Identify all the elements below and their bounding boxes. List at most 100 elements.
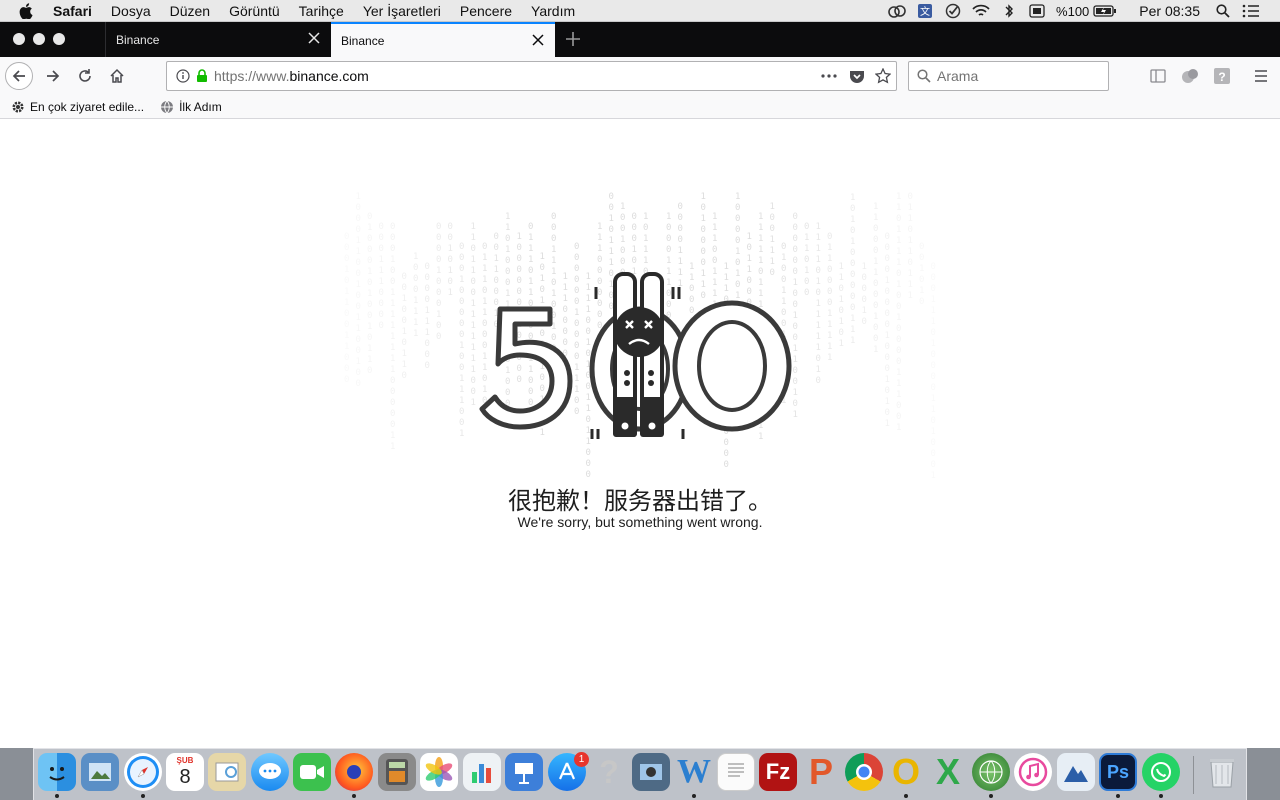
- tab-binance-2[interactable]: Binance: [331, 22, 555, 57]
- search-bar[interactable]: [908, 61, 1109, 91]
- photo-viewer-icon[interactable]: [208, 753, 246, 791]
- back-button[interactable]: [5, 62, 33, 90]
- svg-text:0: 0: [459, 242, 464, 252]
- svg-text:1: 1: [816, 332, 821, 342]
- svg-text:0: 0: [390, 277, 395, 287]
- preview-icon[interactable]: [81, 753, 119, 791]
- notification-center-icon[interactable]: [1242, 2, 1260, 20]
- creative-cloud-icon[interactable]: [888, 2, 906, 20]
- svg-text:0: 0: [448, 277, 453, 287]
- menu-goruntu[interactable]: Görüntü: [229, 3, 280, 19]
- sidebar-toggle-icon[interactable]: [1144, 62, 1172, 90]
- home-button[interactable]: [103, 62, 131, 90]
- checkmark-icon[interactable]: [944, 2, 962, 20]
- info-icon[interactable]: [176, 69, 190, 83]
- svg-text:1: 1: [931, 471, 936, 479]
- menu-app-name[interactable]: Safari: [53, 3, 92, 19]
- window-close-button[interactable]: [13, 33, 25, 45]
- svg-text:1: 1: [885, 331, 890, 341]
- bookmark-most-visited[interactable]: En çok ziyaret edile...: [11, 100, 144, 114]
- calendar-icon[interactable]: ŞUB 8: [166, 753, 204, 791]
- error-500-illustration: [479, 272, 792, 439]
- menu-tarihce[interactable]: Tarihçe: [299, 3, 344, 19]
- hamburger-menu-icon[interactable]: [1247, 62, 1275, 90]
- firefox-icon[interactable]: [335, 753, 373, 791]
- spotlight-search-icon[interactable]: [1214, 2, 1232, 20]
- svg-text:0: 0: [448, 255, 453, 265]
- itunes-icon[interactable]: [1014, 753, 1052, 791]
- finder-icon[interactable]: [38, 753, 76, 791]
- help-question-icon[interactable]: ?: [590, 753, 628, 791]
- svg-text:1: 1: [425, 306, 430, 316]
- bluetooth-icon[interactable]: [1000, 2, 1018, 20]
- svg-text:0: 0: [436, 299, 441, 309]
- svg-text:0: 0: [816, 266, 821, 276]
- textedit-icon[interactable]: [717, 753, 755, 791]
- window-minimize-button[interactable]: [33, 33, 45, 45]
- help-extension-icon[interactable]: ?: [1208, 62, 1236, 90]
- keyboard-input-icon[interactable]: [1028, 2, 1046, 20]
- search-input[interactable]: [937, 68, 1087, 84]
- padlock-icon[interactable]: [196, 69, 208, 83]
- whatsapp-icon[interactable]: [1142, 753, 1180, 791]
- translate-icon[interactable]: 文: [916, 2, 934, 20]
- apple-logo-icon[interactable]: [19, 0, 39, 22]
- new-tab-icon[interactable]: [564, 30, 582, 48]
- reload-button[interactable]: [71, 62, 99, 90]
- chrome-icon[interactable]: [845, 753, 883, 791]
- svg-text:0: 0: [896, 412, 901, 422]
- svg-text:1: 1: [885, 419, 890, 429]
- svg-text:0: 0: [367, 212, 372, 222]
- messages-icon[interactable]: [251, 753, 289, 791]
- photoshop-icon[interactable]: Ps: [1099, 753, 1137, 791]
- bookmark-first-steps[interactable]: İlk Adım: [160, 100, 222, 114]
- pocket-icon[interactable]: [849, 68, 865, 84]
- menu-duzen[interactable]: Düzen: [170, 3, 210, 19]
- close-tab-icon[interactable]: [307, 31, 321, 45]
- window-zoom-button[interactable]: [53, 33, 65, 45]
- url-text[interactable]: https://www.binance.com: [214, 68, 821, 84]
- svg-text:1: 1: [643, 234, 648, 244]
- excel-icon[interactable]: X: [929, 751, 967, 792]
- safari-icon[interactable]: [124, 753, 162, 791]
- trash-icon[interactable]: [1203, 753, 1241, 791]
- tab-title: Binance: [116, 32, 160, 47]
- svg-text:1: 1: [390, 299, 395, 309]
- page-actions-icon[interactable]: [821, 74, 837, 78]
- bookmark-star-icon[interactable]: [875, 68, 891, 84]
- clock[interactable]: Per 08:35: [1139, 3, 1200, 19]
- tab-binance-1[interactable]: Binance: [105, 22, 331, 57]
- svg-text:1: 1: [413, 318, 418, 328]
- battery-icon[interactable]: [1093, 2, 1117, 20]
- word-icon[interactable]: W: [675, 753, 713, 791]
- url-bar[interactable]: https://www.binance.com: [166, 61, 897, 91]
- wifi-icon[interactable]: [972, 2, 990, 20]
- menu-pencere[interactable]: Pencere: [460, 3, 512, 19]
- extension-icon[interactable]: [1176, 62, 1204, 90]
- svg-text:1: 1: [367, 322, 372, 332]
- outlook-icon[interactable]: O: [887, 751, 925, 792]
- filezilla-icon[interactable]: Fz: [759, 753, 797, 791]
- globe-app-icon[interactable]: [972, 753, 1010, 791]
- svg-text:1: 1: [597, 233, 602, 243]
- photos-icon[interactable]: [420, 753, 458, 791]
- svg-text:1: 1: [356, 280, 361, 290]
- menu-yer-isaretleri[interactable]: Yer İşaretleri: [363, 3, 441, 19]
- image-capture-icon[interactable]: [632, 753, 670, 791]
- svg-text:1: 1: [471, 255, 476, 265]
- menu-dosya[interactable]: Dosya: [111, 3, 151, 19]
- powerpoint-icon[interactable]: P: [802, 751, 840, 792]
- calculator-icon[interactable]: [378, 753, 416, 791]
- keynote-icon[interactable]: [505, 753, 543, 791]
- menu-yardim[interactable]: Yardım: [531, 3, 575, 19]
- svg-text:1: 1: [390, 354, 395, 364]
- mountain-app-icon[interactable]: [1057, 753, 1095, 791]
- running-indicator: [989, 794, 993, 798]
- numbers-icon[interactable]: [463, 753, 501, 791]
- facetime-icon[interactable]: [293, 753, 331, 791]
- svg-text:0: 0: [459, 297, 464, 307]
- close-tab-icon[interactable]: [531, 33, 545, 47]
- svg-text:1: 1: [735, 192, 740, 202]
- forward-button[interactable]: [39, 62, 67, 90]
- svg-text:1: 1: [459, 396, 464, 406]
